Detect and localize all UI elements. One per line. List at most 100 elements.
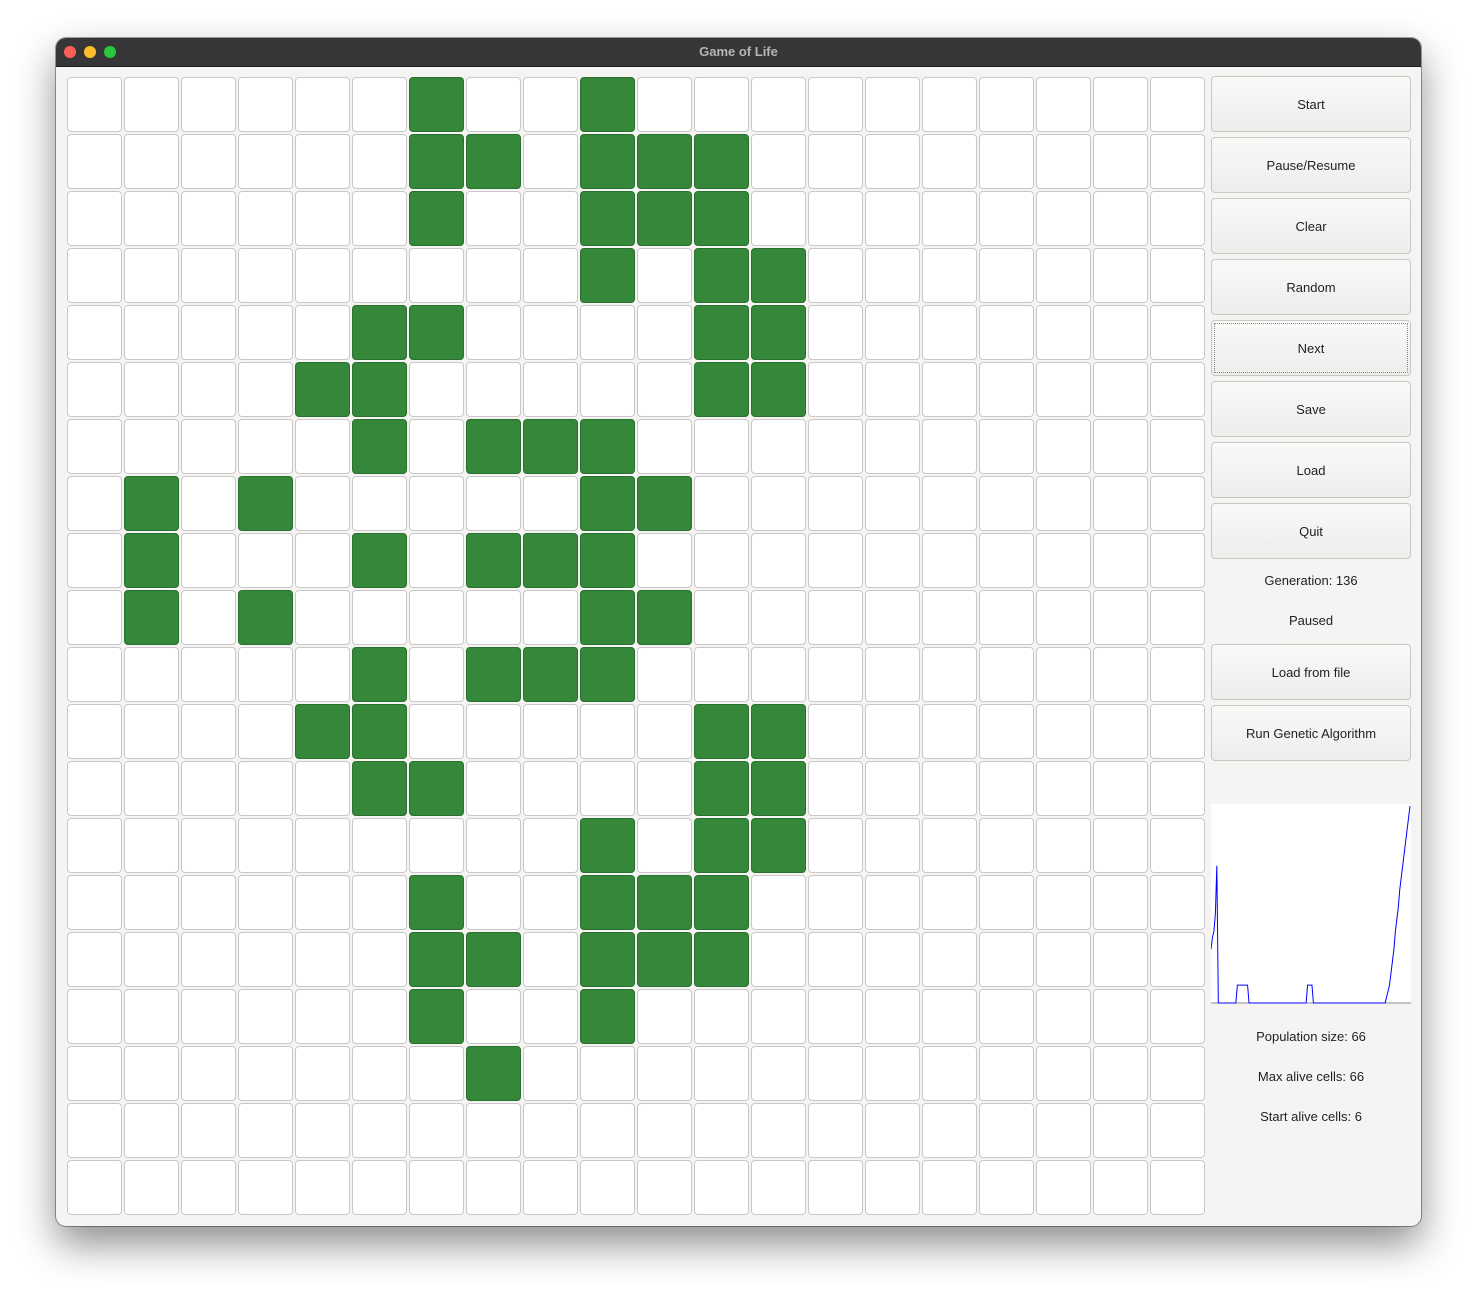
grid-cell-dead[interactable] — [466, 818, 521, 873]
grid-cell-dead[interactable] — [523, 134, 578, 189]
grid-cell-dead[interactable] — [751, 191, 806, 246]
grid-cell-alive[interactable] — [409, 932, 464, 987]
grid-cell-dead[interactable] — [1093, 761, 1148, 816]
grid-cell-dead[interactable] — [352, 989, 407, 1044]
run-genetic-algorithm-button[interactable]: Run Genetic Algorithm — [1211, 705, 1411, 761]
grid-cell-dead[interactable] — [1036, 1103, 1091, 1158]
grid-cell-dead[interactable] — [466, 704, 521, 759]
grid-cell-dead[interactable] — [295, 590, 350, 645]
grid-cell-dead[interactable] — [295, 761, 350, 816]
clear-button[interactable]: Clear — [1211, 198, 1411, 254]
grid-cell-dead[interactable] — [979, 134, 1034, 189]
grid-cell-dead[interactable] — [808, 134, 863, 189]
grid-cell-dead[interactable] — [67, 362, 122, 417]
grid-cell-dead[interactable] — [922, 1160, 977, 1215]
grid-cell-dead[interactable] — [979, 1160, 1034, 1215]
grid-cell-dead[interactable] — [808, 533, 863, 588]
grid-cell-dead[interactable] — [1093, 647, 1148, 702]
grid-cell-dead[interactable] — [922, 533, 977, 588]
grid-cell-dead[interactable] — [295, 875, 350, 930]
grid-cell-dead[interactable] — [865, 362, 920, 417]
grid-cell-alive[interactable] — [580, 818, 635, 873]
grid-cell-dead[interactable] — [181, 362, 236, 417]
grid-cell-dead[interactable] — [67, 704, 122, 759]
grid-cell-dead[interactable] — [238, 818, 293, 873]
grid-cell-dead[interactable] — [979, 875, 1034, 930]
grid-cell-dead[interactable] — [1093, 362, 1148, 417]
grid-cell-dead[interactable] — [238, 989, 293, 1044]
grid-cell-dead[interactable] — [922, 419, 977, 474]
grid-cell-dead[interactable] — [808, 590, 863, 645]
grid-cell-dead[interactable] — [67, 476, 122, 531]
grid-cell-dead[interactable] — [1093, 305, 1148, 360]
grid-cell-alive[interactable] — [637, 932, 692, 987]
grid-cell-dead[interactable] — [1036, 1160, 1091, 1215]
grid-cell-dead[interactable] — [1150, 761, 1205, 816]
grid-cell-dead[interactable] — [865, 1160, 920, 1215]
grid-cell-dead[interactable] — [865, 704, 920, 759]
grid-cell-dead[interactable] — [922, 1046, 977, 1101]
grid-cell-alive[interactable] — [352, 647, 407, 702]
grid-cell-dead[interactable] — [922, 989, 977, 1044]
grid-cell-alive[interactable] — [751, 761, 806, 816]
grid-cell-dead[interactable] — [1150, 875, 1205, 930]
grid-cell-dead[interactable] — [865, 191, 920, 246]
grid-cell-alive[interactable] — [124, 590, 179, 645]
grid-cell-dead[interactable] — [124, 989, 179, 1044]
grid-cell-dead[interactable] — [865, 590, 920, 645]
grid-cell-dead[interactable] — [352, 932, 407, 987]
start-button[interactable]: Start — [1211, 76, 1411, 132]
grid-cell-dead[interactable] — [922, 932, 977, 987]
grid-cell-dead[interactable] — [67, 305, 122, 360]
grid-cell-dead[interactable] — [694, 647, 749, 702]
grid-cell-dead[interactable] — [1093, 134, 1148, 189]
grid-cell-dead[interactable] — [922, 134, 977, 189]
grid-cell-dead[interactable] — [1036, 77, 1091, 132]
grid-cell-dead[interactable] — [124, 134, 179, 189]
grid-cell-dead[interactable] — [580, 761, 635, 816]
grid-cell-dead[interactable] — [808, 989, 863, 1044]
grid-cell-dead[interactable] — [295, 305, 350, 360]
grid-cell-dead[interactable] — [352, 248, 407, 303]
grid-cell-alive[interactable] — [580, 932, 635, 987]
grid-cell-dead[interactable] — [238, 191, 293, 246]
grid-cell-alive[interactable] — [466, 134, 521, 189]
grid-cell-dead[interactable] — [1036, 419, 1091, 474]
grid-cell-dead[interactable] — [409, 419, 464, 474]
grid-cell-dead[interactable] — [808, 704, 863, 759]
grid-cell-dead[interactable] — [1150, 1046, 1205, 1101]
grid-cell-dead[interactable] — [979, 533, 1034, 588]
grid-cell-dead[interactable] — [523, 875, 578, 930]
grid-cell-dead[interactable] — [979, 419, 1034, 474]
grid-cell-dead[interactable] — [1036, 191, 1091, 246]
grid-cell-alive[interactable] — [580, 191, 635, 246]
grid-cell-dead[interactable] — [694, 590, 749, 645]
grid-cell-dead[interactable] — [1036, 362, 1091, 417]
grid-cell-dead[interactable] — [181, 419, 236, 474]
grid-cell-dead[interactable] — [865, 476, 920, 531]
grid-cell-dead[interactable] — [637, 248, 692, 303]
grid-cell-alive[interactable] — [580, 419, 635, 474]
grid-cell-dead[interactable] — [979, 248, 1034, 303]
grid-cell-dead[interactable] — [295, 989, 350, 1044]
grid-cell-dead[interactable] — [523, 932, 578, 987]
grid-cell-alive[interactable] — [352, 305, 407, 360]
grid-cell-dead[interactable] — [124, 875, 179, 930]
grid-cell-dead[interactable] — [295, 248, 350, 303]
grid-cell-dead[interactable] — [67, 191, 122, 246]
grid-cell-alive[interactable] — [637, 476, 692, 531]
grid-cell-dead[interactable] — [751, 1046, 806, 1101]
grid-cell-dead[interactable] — [181, 590, 236, 645]
grid-cell-dead[interactable] — [637, 704, 692, 759]
grid-cell-alive[interactable] — [694, 932, 749, 987]
grid-cell-dead[interactable] — [1036, 248, 1091, 303]
grid-cell-dead[interactable] — [865, 1103, 920, 1158]
grid-cell-alive[interactable] — [580, 875, 635, 930]
grid-cell-dead[interactable] — [466, 476, 521, 531]
grid-cell-dead[interactable] — [181, 305, 236, 360]
grid-cell-dead[interactable] — [67, 1046, 122, 1101]
grid-cell-dead[interactable] — [181, 134, 236, 189]
grid-cell-dead[interactable] — [637, 647, 692, 702]
grid-cell-dead[interactable] — [352, 191, 407, 246]
grid-cell-dead[interactable] — [808, 362, 863, 417]
